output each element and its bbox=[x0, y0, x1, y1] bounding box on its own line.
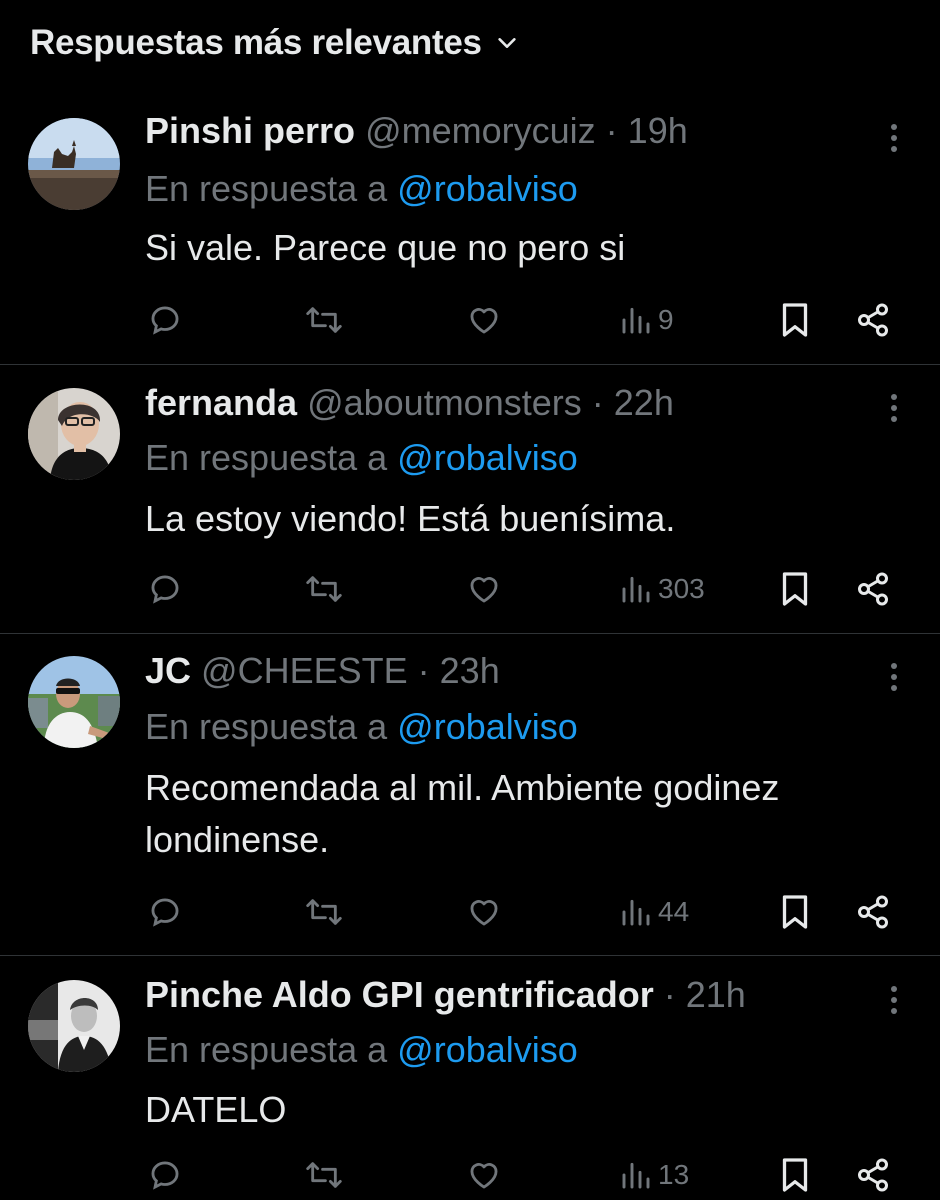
views-button[interactable]: 13 bbox=[620, 1150, 689, 1200]
reply-context: En respuesta a @robalviso bbox=[145, 1029, 578, 1071]
share-icon bbox=[858, 1158, 888, 1192]
action-bar: 13 bbox=[0, 1150, 940, 1200]
like-button[interactable] bbox=[466, 1150, 502, 1200]
avatar[interactable] bbox=[28, 980, 120, 1072]
views-icon bbox=[622, 1162, 650, 1189]
like-icon bbox=[470, 1163, 498, 1189]
reply-mention[interactable]: @robalviso bbox=[397, 1029, 578, 1070]
retweet-button[interactable] bbox=[305, 1150, 343, 1200]
retweet-icon bbox=[306, 1162, 342, 1188]
views-count: 13 bbox=[658, 1159, 690, 1190]
reply-text: DATELO bbox=[145, 1084, 905, 1136]
share-button[interactable] bbox=[855, 1150, 891, 1200]
timestamp[interactable]: 21h bbox=[686, 974, 746, 1015]
reply-text-line: DATELO bbox=[145, 1089, 287, 1130]
reply-header: Pinche Aldo GPI gentrificador · 21h bbox=[145, 974, 746, 1016]
reply-item[interactable]: Pinche Aldo GPI gentrificador · 21h En r… bbox=[0, 0, 940, 1200]
reply-button[interactable] bbox=[148, 1150, 182, 1200]
reply-prefix: En respuesta a bbox=[145, 1029, 388, 1070]
separator: · bbox=[663, 974, 676, 1015]
author-name[interactable]: Pinche Aldo GPI gentrificador bbox=[145, 974, 654, 1015]
more-vertical-icon[interactable] bbox=[880, 982, 908, 1018]
reply-icon bbox=[151, 1161, 179, 1190]
bookmark-button[interactable] bbox=[780, 1150, 810, 1200]
bookmark-icon bbox=[782, 1158, 808, 1192]
